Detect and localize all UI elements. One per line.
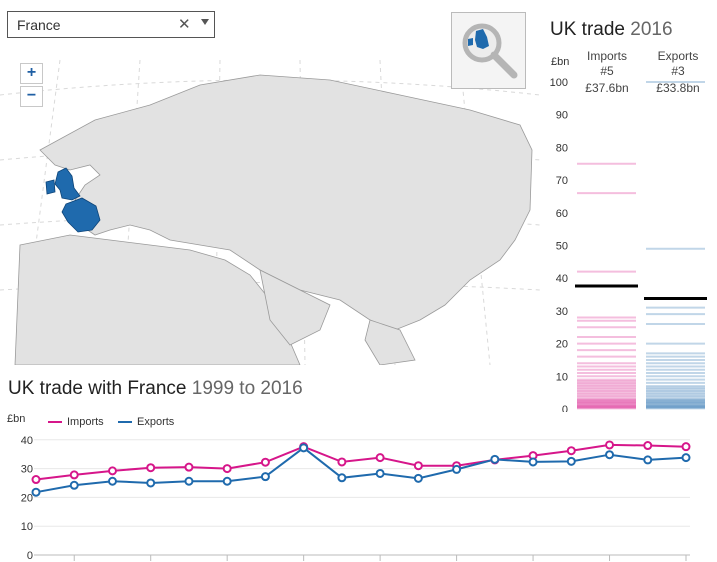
- chevron-down-icon[interactable]: [201, 19, 209, 25]
- imports-label: Imports: [586, 49, 627, 63]
- data-point-exports[interactable]: [375, 468, 385, 478]
- uk-france-line-chart: 0 10 20 30 40: [21, 435, 691, 562]
- y-tick-label: 10: [21, 521, 33, 533]
- bar-y-tick-label: 30: [556, 306, 568, 318]
- data-point-imports[interactable]: [375, 453, 385, 463]
- zoom-in-button[interactable]: +: [20, 63, 43, 84]
- series-line-imports: [35, 443, 687, 481]
- data-point-exports[interactable]: [184, 476, 194, 486]
- line-chart-years: 1999 to 2016: [191, 378, 303, 399]
- data-point-exports[interactable]: [31, 487, 41, 497]
- bar-y-tick-label: 60: [556, 208, 568, 220]
- data-point-exports[interactable]: [299, 443, 309, 453]
- data-point-exports[interactable]: [566, 456, 576, 466]
- uk-shape: [54, 167, 81, 201]
- data-point-imports[interactable]: [69, 470, 79, 480]
- india-landmass: [364, 319, 416, 365]
- bar-y-tick-label: 80: [556, 142, 568, 154]
- data-point-exports[interactable]: [681, 453, 691, 463]
- y-tick-label: 40: [21, 435, 33, 447]
- data-point-exports[interactable]: [107, 476, 117, 486]
- y-tick-label: 30: [21, 464, 33, 476]
- data-point-exports[interactable]: [337, 473, 347, 483]
- data-point-exports[interactable]: [528, 457, 538, 467]
- bar-y-tick-label: 70: [556, 175, 568, 187]
- data-point-imports[interactable]: [413, 461, 423, 471]
- data-point-imports[interactable]: [31, 475, 41, 485]
- ireland-shape: [45, 179, 56, 195]
- data-point-imports[interactable]: [337, 457, 347, 467]
- bar-y-tick-label: 50: [556, 241, 568, 253]
- data-point-imports[interactable]: [605, 440, 615, 450]
- data-point-exports[interactable]: [146, 478, 156, 488]
- country-select-value: France: [17, 17, 61, 33]
- trade-panel-year: 2016: [630, 19, 673, 40]
- bar-unit-label: £bn: [551, 56, 570, 68]
- clear-icon[interactable]: ✕: [178, 15, 191, 33]
- data-point-imports[interactable]: [566, 446, 576, 456]
- country-select[interactable]: France ✕: [7, 11, 215, 38]
- trade-panel-title: UK trade 2016: [550, 19, 673, 41]
- data-point-exports[interactable]: [413, 473, 423, 483]
- y-tick-label: 0: [27, 550, 33, 562]
- data-point-exports[interactable]: [605, 450, 615, 460]
- trade-panel-title-text: UK trade: [550, 19, 625, 40]
- data-point-imports[interactable]: [107, 466, 117, 476]
- data-point-imports[interactable]: [260, 457, 270, 467]
- locator-inset-map[interactable]: [451, 12, 526, 89]
- data-point-exports[interactable]: [643, 455, 653, 465]
- bar-y-tick-label: 90: [556, 110, 568, 122]
- data-point-exports[interactable]: [452, 464, 462, 474]
- exports-label: Exports: [657, 49, 699, 63]
- bar-y-tick-label: 10: [556, 371, 568, 383]
- line-chart-title: UK trade with France 1999 to 2016: [8, 378, 303, 400]
- bar-y-tick-label: 0: [562, 404, 568, 412]
- data-point-exports[interactable]: [490, 454, 500, 464]
- data-point-exports[interactable]: [260, 472, 270, 482]
- data-point-imports[interactable]: [222, 464, 232, 474]
- y-tick-label: 20: [21, 492, 33, 504]
- data-point-imports[interactable]: [681, 442, 691, 452]
- uk-trade-bar-chart: 0 10 20 30 40 50 60 70 80 90 100: [550, 77, 707, 412]
- bar-y-tick-label: 100: [550, 77, 568, 89]
- bar-y-tick-label: 40: [556, 273, 568, 285]
- line-chart-title-text: UK trade with France: [8, 378, 187, 399]
- data-point-exports[interactable]: [69, 480, 79, 490]
- data-point-imports[interactable]: [146, 463, 156, 473]
- data-point-imports[interactable]: [643, 441, 653, 451]
- zoom-out-button[interactable]: −: [20, 86, 43, 107]
- data-point-exports[interactable]: [222, 476, 232, 486]
- data-point-imports[interactable]: [184, 462, 194, 472]
- bar-y-tick-label: 20: [556, 339, 568, 351]
